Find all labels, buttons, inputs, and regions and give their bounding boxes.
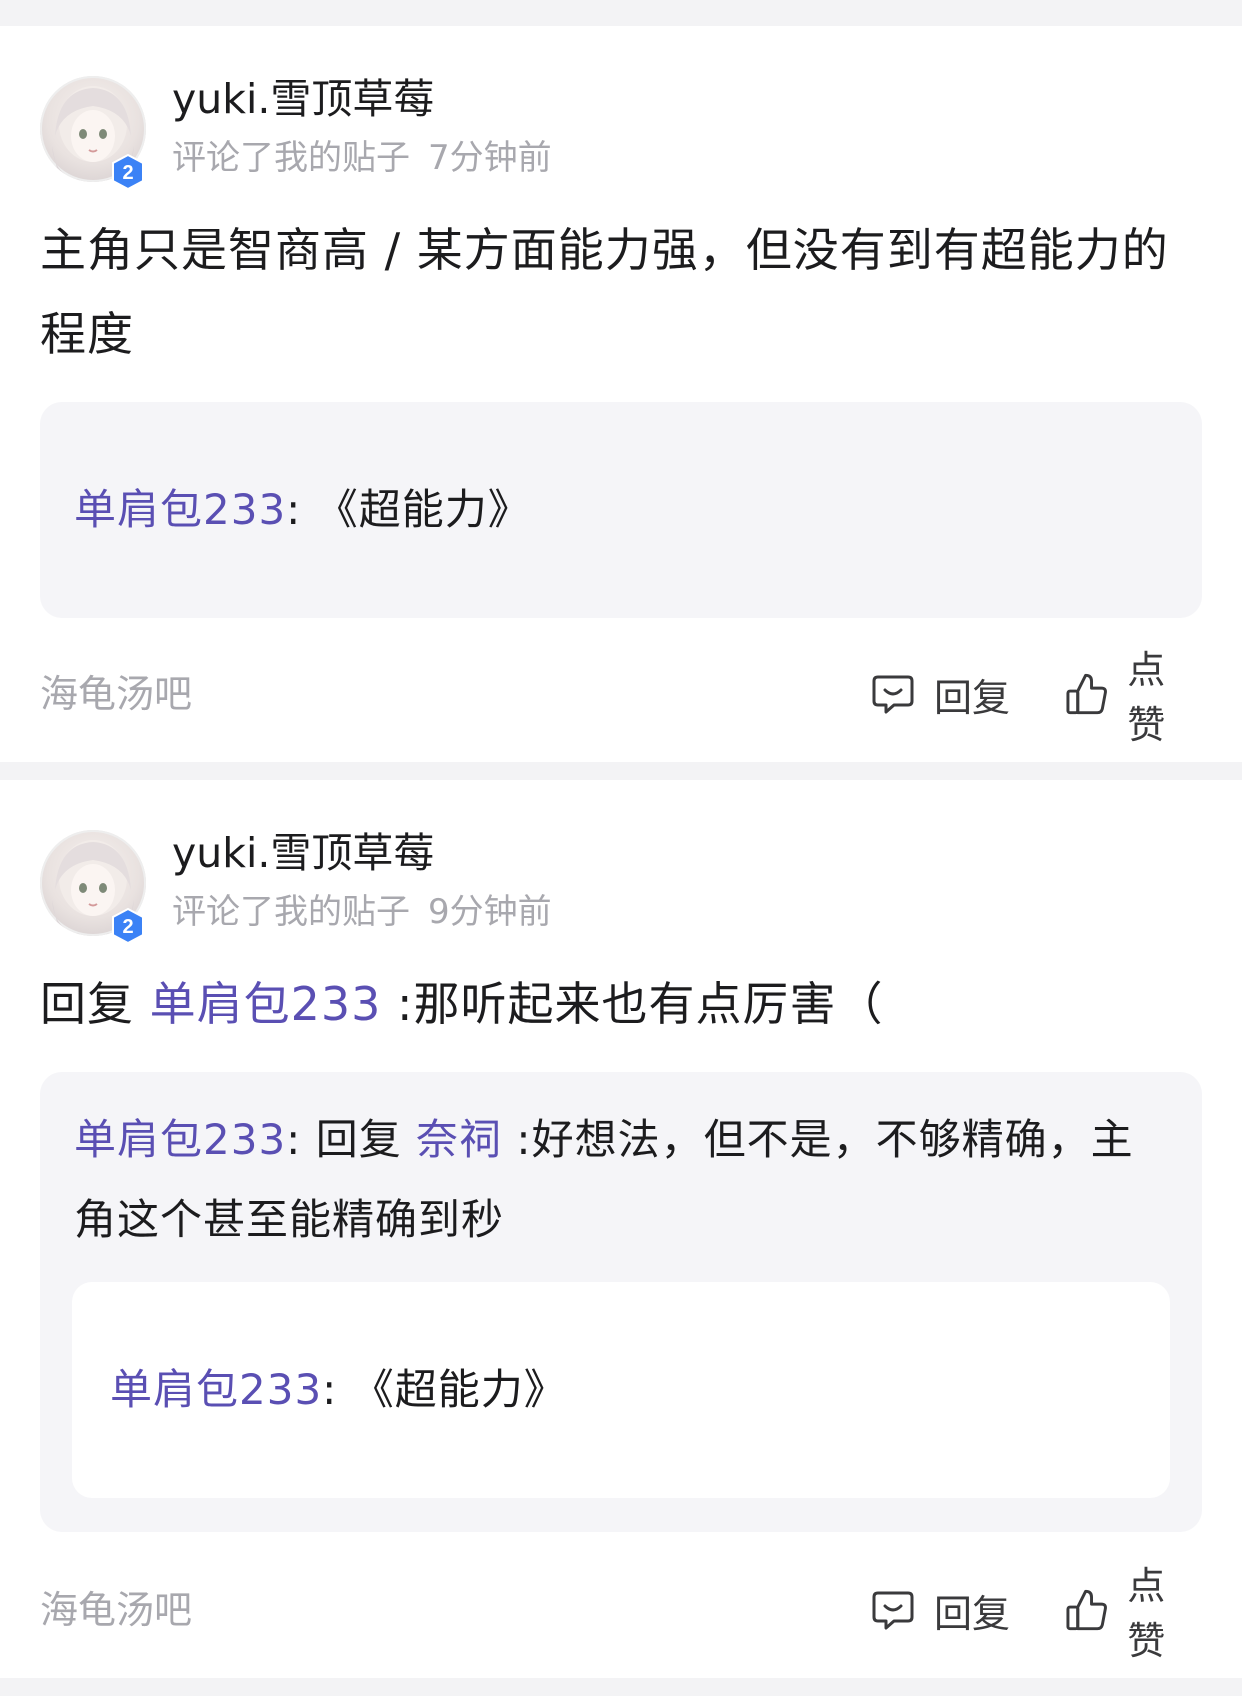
avatar[interactable]: 2: [40, 76, 146, 191]
comment-bubble-icon: [872, 1591, 914, 1630]
quote-separator: :: [286, 485, 316, 534]
comment-bubble-icon: [872, 675, 914, 714]
comment-text: :那听起来也有点厉害（: [381, 977, 884, 1031]
timestamp: 9分钟前: [428, 892, 552, 932]
quote-text: 单肩包233: 回复 奈祠 :好想法，但不是，不够精确，主角这个甚至能精确到秒: [74, 1100, 1168, 1260]
avatar[interactable]: 2: [40, 830, 146, 945]
reply-label: 回复: [934, 1591, 1011, 1636]
like-button[interactable]: 点赞: [1064, 1564, 1202, 1663]
username[interactable]: yuki.雪顶草莓: [172, 826, 434, 880]
reply-label: 回复: [934, 675, 1011, 720]
quote-separator: :: [286, 1115, 316, 1164]
comment-meta: 评论了我的贴子 7分钟前: [172, 136, 552, 180]
card-footer: 海龟汤吧 回复 点赞: [40, 648, 1202, 747]
username[interactable]: yuki.雪顶草莓: [172, 72, 434, 126]
nested-quoted-comment[interactable]: 单肩包233: 《超能力》: [72, 1282, 1170, 1498]
notification-feed: 2 yuki.雪顶草莓 评论了我的贴子 7分钟前 主角只是智商高 / 某方面能力强…: [0, 0, 1242, 1696]
quote-reply-prefix: 回复: [315, 1115, 417, 1164]
thumbs-up-icon: [1066, 1589, 1107, 1631]
timestamp: 7分钟前: [428, 138, 552, 178]
action-text: 评论了我的贴子: [172, 138, 410, 178]
quote-text: 单肩包233: 《超能力》: [74, 470, 1168, 550]
comment-content: 主角只是智商高 / 某方面能力强，但没有到有超能力的程度: [40, 223, 1169, 361]
quoted-comment[interactable]: 单肩包233: 《超能力》: [40, 402, 1202, 618]
reply-button[interactable]: 回复: [870, 664, 1010, 724]
quoted-comment[interactable]: 单肩包233: 回复 奈祠 :好想法，但不是，不够精确，主角这个甚至能精确到秒 …: [40, 1072, 1202, 1532]
quote-body: 《超能力》: [315, 485, 531, 534]
thumbs-up-icon: [1066, 673, 1107, 715]
nested-quote-body: 《超能力》: [351, 1365, 567, 1414]
level-badge-icon: 2: [109, 153, 147, 191]
nested-quote-author-link[interactable]: 单肩包233: [110, 1365, 322, 1414]
notification-card[interactable]: 2 yuki.雪顶草莓 评论了我的贴子 7分钟前 主角只是智商高 / 某方面能力强…: [0, 26, 1242, 762]
nested-quote-separator: :: [322, 1365, 352, 1414]
reply-prefix: 回复: [40, 977, 150, 1031]
nested-quote-text: 单肩包233: 《超能力》: [110, 1350, 1136, 1430]
reply-button[interactable]: 回复: [870, 1580, 1010, 1640]
forum-name[interactable]: 海龟汤吧: [40, 670, 192, 718]
quote-author-link[interactable]: 单肩包233: [74, 485, 286, 534]
like-label: 点赞: [1127, 648, 1166, 747]
level-number: 2: [122, 162, 133, 184]
comment-meta: 评论了我的贴子 9分钟前: [172, 890, 552, 934]
quote-mention-link[interactable]: 奈祠: [416, 1115, 502, 1164]
mention-link[interactable]: 单肩包233: [150, 977, 382, 1031]
action-text: 评论了我的贴子: [172, 892, 410, 932]
level-number: 2: [122, 916, 133, 938]
quote-author-link[interactable]: 单肩包233: [74, 1115, 286, 1164]
level-badge-icon: 2: [109, 907, 147, 945]
like-button[interactable]: 点赞: [1064, 648, 1202, 747]
like-label: 点赞: [1127, 1564, 1166, 1663]
notification-card[interactable]: 2 yuki.雪顶草莓 评论了我的贴子 9分钟前 回复 单肩包233 :那听起来也…: [0, 780, 1242, 1678]
card-footer: 海龟汤吧 回复 点赞: [40, 1564, 1202, 1663]
forum-name[interactable]: 海龟汤吧: [40, 1586, 192, 1634]
comment-content: 回复 单肩包233 :那听起来也有点厉害（: [40, 962, 1202, 1046]
